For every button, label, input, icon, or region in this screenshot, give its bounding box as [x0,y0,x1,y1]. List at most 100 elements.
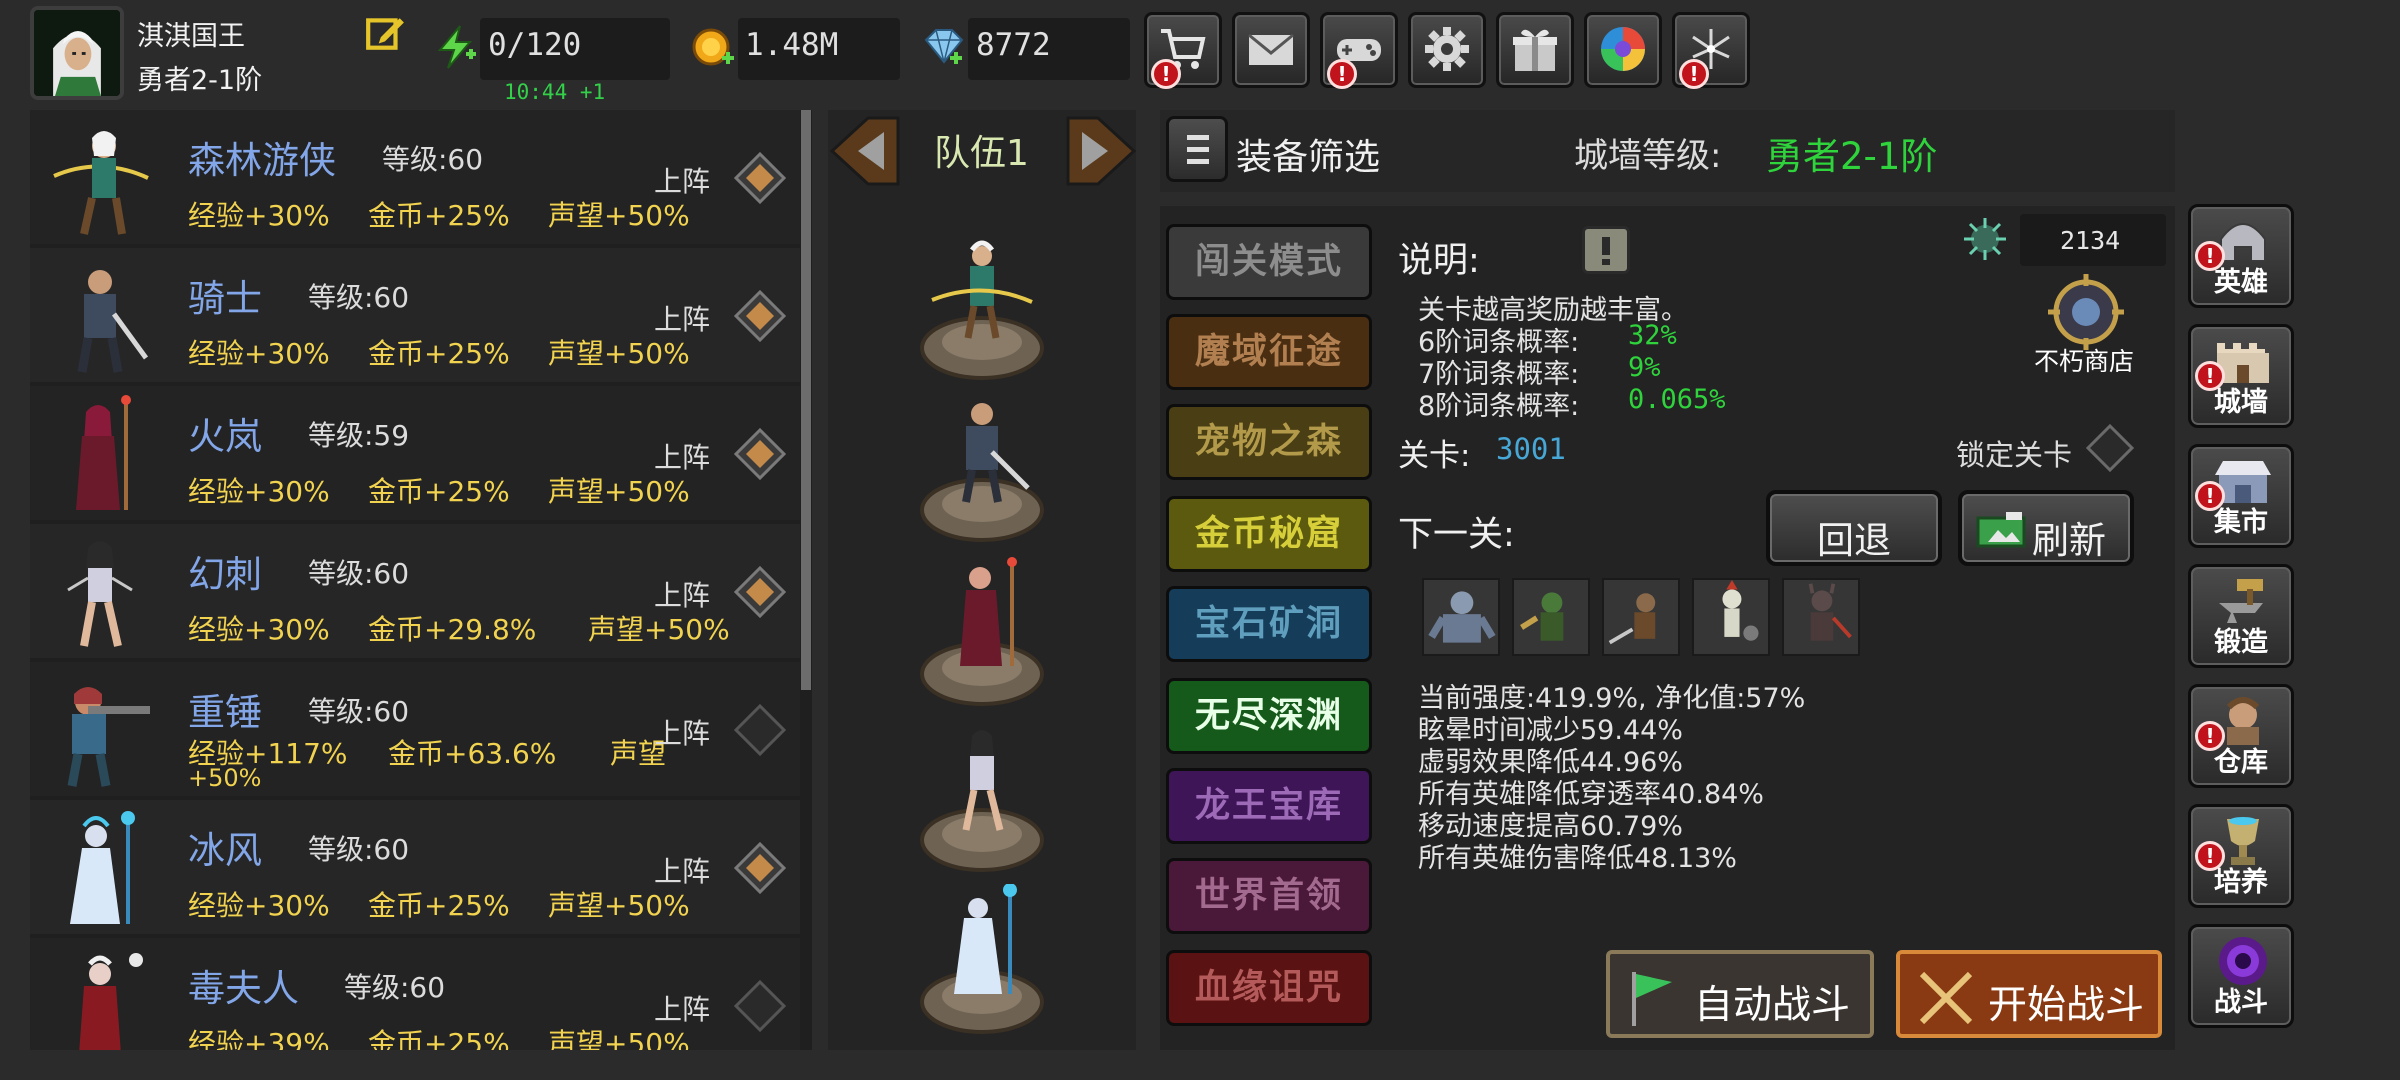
enemy-skeleton-icon [1722,580,1759,641]
lock-stage-toggle-icon[interactable] [2086,424,2134,472]
hero-name: 森林游侠 [188,139,336,182]
hero-name: 幻刺 [188,553,262,596]
hero-gold-bonus: 金币+25% [368,1027,510,1050]
sidebar-wall-button[interactable]: ! 城墙 [2188,324,2294,428]
sidebar-battle-button[interactable]: 战斗 [2188,924,2294,1028]
hero-row-ice-wind[interactable]: 冰风 等级:60 经验+30% 金币+25% 声望+50% 上阵 [30,800,800,934]
deploy-label: 上阵 [654,993,711,1026]
mode-gold-cave-button[interactable]: 金币秘窟 [1166,496,1372,572]
mode-world-boss-button[interactable]: 世界首领 [1166,858,1372,934]
gift-button[interactable] [1496,12,1574,88]
hero-list-scrollbar[interactable] [801,110,811,690]
hero-gold-bonus: 金币+25% [368,889,510,922]
enemy-kobold-icon [1608,593,1656,645]
enemy-slot[interactable] [1512,578,1590,656]
hero-poison-icon [79,953,143,1050]
sidebar-training-button[interactable]: ! 培养 [2188,804,2294,908]
immortal-shop-label[interactable]: 不朽商店 [2034,342,2134,378]
team-slot-ice-wind[interactable] [920,884,1044,1034]
hero-row-knight[interactable]: 骑士 等级:60 经验+30% 金币+25% 声望+50% 上阵 [30,248,800,382]
enemy-slot[interactable] [1782,578,1860,656]
hero-fame-bonus: 声望+50% [548,475,690,508]
start-battle-button[interactable]: 开始战斗 [1896,950,2162,1038]
energy-timer: 10:44 +1 [504,80,606,104]
hero-exp-bonus: 经验+30% [188,337,330,370]
hero-knight-icon [77,270,149,373]
mode-pet-forest-button[interactable]: 宠物之森 [1166,404,1372,480]
rollback-button[interactable]: 回退 [1766,490,1942,566]
wall-level-value: 勇者2-1阶 [1766,135,1938,178]
mail-button[interactable] [1232,12,1310,88]
hero-name: 骑士 [188,277,262,320]
sidebar-hero-button[interactable]: ! 英雄 [2188,204,2294,308]
hero-gold-bonus: 金币+25% [368,337,510,370]
hero-exp-bonus: 经验+39% [188,1027,330,1050]
color-wheel-button[interactable] [1584,12,1662,88]
deploy-toggle-inactive-icon[interactable] [734,704,786,756]
player-name: 淇淇国王 [137,21,245,52]
gold-value: 1.48M [745,27,839,63]
team-prev-arrow-icon[interactable] [828,112,902,190]
gem-value: 8772 [976,27,1051,63]
sidebar-forge-button[interactable]: 锻造 [2188,564,2294,668]
deploy-toggle-active-icon[interactable] [734,566,786,618]
shop-button[interactable]: ! [1144,12,1222,89]
sidebar-market-button[interactable]: ! 集市 [2188,444,2294,548]
sidebar-warehouse-button[interactable]: ! 仓库 [2188,684,2294,788]
refresh-button[interactable]: 刷新 [1958,490,2134,566]
sidebar-market-label: 集市 [2214,507,2268,538]
team-slot-ranger[interactable] [920,230,1044,380]
gamepad-button[interactable]: ! [1320,12,1398,89]
sidebar-wall-label: 城墙 [2214,387,2268,418]
mode-dragon-vault-button[interactable]: 龙王宝库 [1166,768,1372,844]
sidebar-hero-label: 英雄 [2214,267,2268,298]
deploy-toggle-inactive-icon[interactable] [734,980,786,1032]
hero-list[interactable]: 森林游侠 等级:60 经验+30% 金币+25% 声望+50% 上阵 骑士 等级… [30,110,812,1050]
deploy-toggle-active-icon[interactable] [734,290,786,342]
mode-bloodline-curse-button[interactable]: 血缘诅咒 [1166,950,1372,1026]
hero-level: 等级:60 [308,557,410,590]
mode-demon-journey-button[interactable]: 魔域征途 [1166,314,1372,390]
hero-row-phantom-assassin[interactable]: 幻刺 等级:60 经验+30% 金币+29.8% 声望+50% 上阵 [30,524,800,658]
player-avatar[interactable] [30,6,124,100]
hero-fame-bonus: 声望+50% [548,199,690,232]
sidebar-training-label: 培养 [2214,867,2268,898]
equipment-filter-label[interactable]: 装备筛选 [1236,128,1380,180]
hero-row-forest-ranger[interactable]: 森林游侠 等级:60 经验+30% 金币+25% 声望+50% 上阵 [30,110,800,244]
deploy-toggle-active-icon[interactable] [734,428,786,480]
equipment-filter-button[interactable] [1166,116,1228,182]
mode-stage-challenge-button[interactable]: 闯关模式 [1166,224,1372,300]
enemy-slot[interactable] [1602,578,1680,656]
hero-row-heavy-hammer[interactable]: 重锤 等级:60 经验+117% 金币+63.6% 声望 +50% 上阵 [30,662,800,796]
edit-name-icon[interactable] [364,12,406,54]
lock-stage-label: 锁定关卡 [1956,438,2073,472]
hero-fame-bonus: 声望+50% [548,889,690,922]
hero-name: 冰风 [188,829,262,872]
enemy-slot[interactable] [1422,578,1500,656]
next-stage-label: 下一关: [1398,515,1515,555]
team-next-arrow-icon[interactable] [1064,112,1138,190]
deploy-toggle-active-icon[interactable] [734,842,786,894]
hero-row-madam-poison[interactable]: 毒夫人 等级:60 经验+39% 金币+25% 声望+50% 上阵 [30,938,800,1050]
hero-level: 等级:60 [308,281,410,314]
mode-gem-mine-button[interactable]: 宝石矿洞 [1166,586,1372,662]
video-ad-icon [1976,512,2026,548]
auto-battle-button[interactable]: 自动战斗 [1606,950,1874,1038]
hero-ice-mage-icon [70,811,135,924]
mode-endless-abyss-button[interactable]: 无尽深渊 [1166,678,1372,754]
alert-badge: ! [1327,59,1357,89]
hero-row-fire-storm[interactable]: 火岚 等级:59 经验+30% 金币+25% 声望+50% 上阵 [30,386,800,520]
settings-button[interactable] [1408,12,1486,88]
enemy-slot[interactable] [1692,578,1770,656]
info-hint-icon[interactable] [1582,226,1630,274]
hero-exp-bonus: 经验+30% [188,475,330,508]
hero-level: 等级:60 [382,143,484,176]
deploy-label: 上阵 [654,855,711,888]
team-slot-phantom-assassin[interactable] [920,722,1044,872]
deploy-toggle-active-icon[interactable] [734,152,786,204]
team-slot-knight[interactable] [920,392,1044,542]
immortal-shop-icon[interactable] [2036,272,2136,352]
fireworks-button[interactable]: ! [1672,12,1750,89]
team-slot-fire-storm[interactable] [920,556,1044,706]
deploy-label: 上阵 [654,579,711,612]
